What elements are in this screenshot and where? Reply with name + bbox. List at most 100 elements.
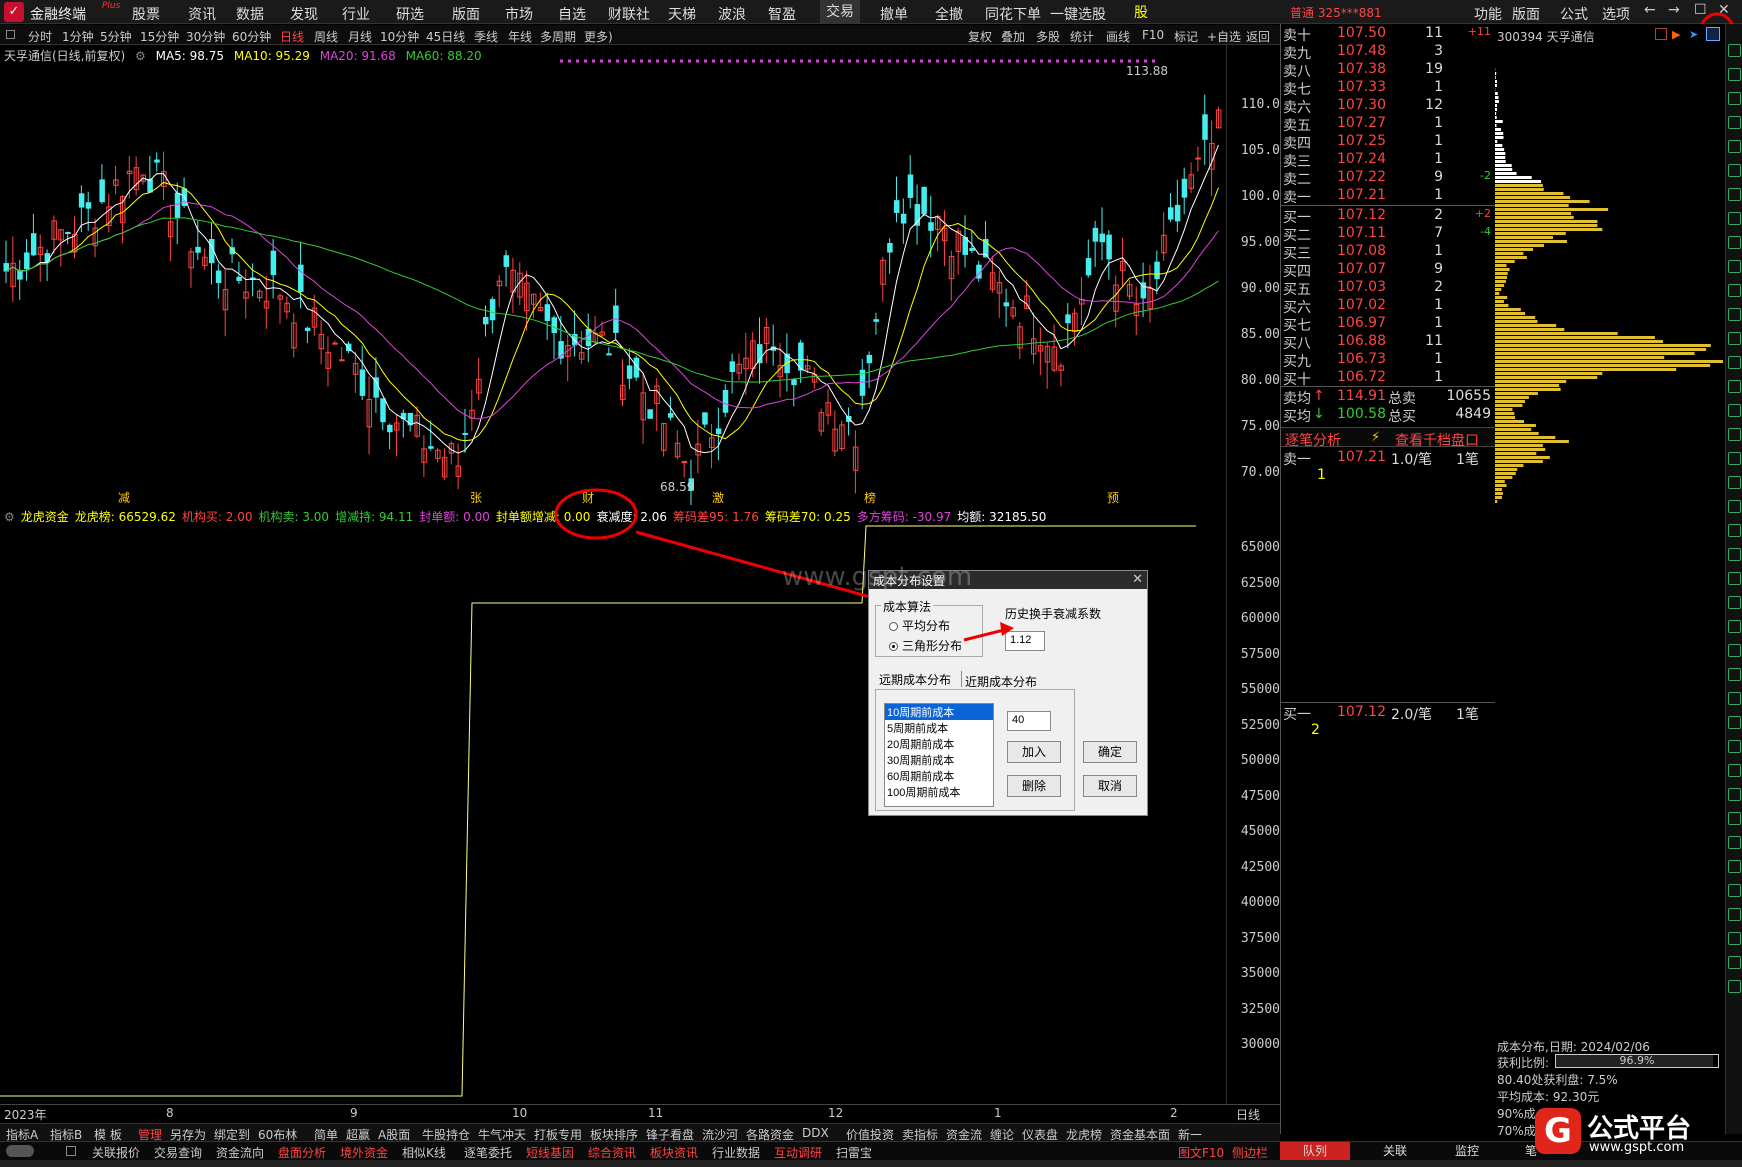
function-tab[interactable]: 综合资讯 [588,1144,636,1161]
cost-arrow-icon[interactable]: ➤ [1689,28,1698,41]
cost-period-item[interactable]: 100周期前成本 [885,784,993,800]
ask-row[interactable]: 卖二 107.22 9 -2 [1281,169,1496,188]
event-marker[interactable]: 张 [470,491,482,505]
ask-row[interactable]: 卖三 107.24 1 [1281,151,1496,170]
menu-2[interactable]: 数据 [236,4,264,24]
right-menu-3[interactable]: 选项 [1602,4,1630,24]
menu-10[interactable]: 天梯 [668,4,696,24]
ok-button[interactable]: 确定 [1083,741,1137,763]
bottom-tab[interactable]: 监控 [1432,1142,1502,1161]
radio-average[interactable]: 平均分布 [889,617,950,634]
period-3[interactable]: 15分钟 [140,28,179,45]
menu-17[interactable]: 一键选股 [1050,4,1106,24]
cost-period-item[interactable]: 20周期前成本 [885,736,993,752]
sidebar-tool-icon[interactable] [1728,428,1741,441]
sidebar-tool-icon[interactable] [1728,188,1741,201]
sidebar-tool-icon[interactable] [1728,452,1741,465]
menu-12[interactable]: 智盈 [768,4,796,24]
function-tab[interactable]: 板块资讯 [650,1144,698,1161]
sidebar-tool-icon[interactable] [1728,644,1741,657]
bottom-tab[interactable]: 关联 [1360,1142,1430,1161]
ask-row[interactable]: 卖九 107.48 3 [1281,43,1496,62]
ask-row[interactable]: 卖七 107.33 1 [1281,79,1496,98]
menu-13[interactable]: 交易 [820,0,860,24]
function-tab[interactable]: 逐笔委托 [464,1144,512,1161]
cost-tool-icon[interactable] [1655,28,1667,40]
forward-arrow-icon[interactable]: → [1668,2,1680,18]
f10-tab[interactable]: 图文F10 [1178,1144,1224,1161]
sidebar-tool-icon[interactable] [1728,44,1741,57]
toggle-icon[interactable] [6,30,15,39]
function-tab[interactable]: 关联报价 [92,1144,140,1161]
sidebar-tool-icon[interactable] [1728,740,1741,753]
bid-row[interactable]: 买二 107.11 7 -4 [1281,225,1496,244]
radio-selected-icon[interactable] [889,642,898,652]
toolbar-5[interactable]: F10 [1142,28,1164,42]
menu-0[interactable]: 股票 [132,4,160,24]
period-8[interactable]: 月线 [348,28,372,45]
cost-period-item[interactable]: 60周期前成本 [885,768,993,784]
function-tab[interactable]: 境外资金 [340,1144,388,1161]
sidebar-tool-icon[interactable] [1728,68,1741,81]
sidebar-tool-icon[interactable] [1728,284,1741,297]
toolbar-1[interactable]: 叠加 [1001,28,1025,45]
event-marker[interactable]: 榜 [864,490,876,505]
event-marker[interactable]: 财 [582,491,594,505]
dialog-close-icon[interactable]: ✕ [1132,571,1143,587]
ask-row[interactable]: 卖八 107.38 19 [1281,61,1496,80]
sidebar-tool-icon[interactable] [1728,524,1741,537]
decay-input[interactable]: 1.12 [1005,631,1045,651]
sidebar-tool-icon[interactable] [1728,260,1741,273]
ask-row[interactable]: 卖五 107.27 1 [1281,115,1496,134]
delete-button[interactable]: 删除 [1007,775,1061,797]
bid-row[interactable]: 买十 106.72 1 [1281,369,1496,388]
bid-row[interactable]: 买六 107.02 1 [1281,297,1496,316]
sidebar-tool-icon[interactable] [1728,716,1741,729]
bid-row[interactable]: 买三 107.08 1 [1281,243,1496,262]
function-tab[interactable]: 短线基因 [526,1144,574,1161]
sidebar-tool-icon[interactable] [1728,788,1741,801]
sidebar-tool-icon[interactable] [1728,980,1741,993]
period-14[interactable]: 更多) [584,28,613,45]
sidebar-tool-icon[interactable] [1728,668,1741,681]
toolbar-4[interactable]: 画线 [1106,28,1130,45]
event-marker[interactable]: 减 [118,491,130,505]
cost-period-item[interactable]: 30周期前成本 [885,752,993,768]
period-5[interactable]: 60分钟 [232,28,271,45]
sidebar-tool-icon[interactable] [1728,140,1741,153]
add-button[interactable]: 加入 [1007,741,1061,763]
event-marker[interactable]: 激 [712,491,724,505]
radio-icon[interactable] [889,622,898,632]
tab-tick-analysis[interactable]: 逐笔分析 [1285,430,1341,450]
period-2[interactable]: 5分钟 [100,28,132,45]
tab-thousand-level[interactable]: 查看千档盘口 [1395,430,1479,450]
bid-row[interactable]: 买一 107.12 2 +2 [1281,207,1496,226]
sidebar-tool-icon[interactable] [1728,884,1741,897]
sidebar-tool-icon[interactable] [1728,356,1741,369]
sidebar-tool-icon[interactable] [1728,92,1741,105]
radio-triangle[interactable]: 三角形分布 [889,637,962,654]
period-input[interactable]: 40 [1007,711,1051,731]
ask-row[interactable]: 卖四 107.25 1 [1281,133,1496,152]
menu-1[interactable]: 资讯 [188,4,216,24]
sidebar-tool-icon[interactable] [1728,476,1741,489]
toolbar-3[interactable]: 统计 [1070,28,1094,45]
cost-period-item[interactable]: 5周期前成本 [885,720,993,736]
sidebar-tool-icon[interactable] [1728,956,1741,969]
event-marker[interactable]: 预 [1107,491,1119,505]
toolbar-8[interactable]: 返回 [1246,28,1270,45]
period-6[interactable]: 日线 [280,28,304,45]
menu-5[interactable]: 研选 [396,4,424,24]
sidebar-tab[interactable]: 侧边栏 [1232,1144,1268,1161]
function-tab[interactable]: 行业数据 [712,1144,760,1161]
sidebar-tool-icon[interactable] [1728,380,1741,393]
menu-7[interactable]: 市场 [505,4,533,24]
menu-3[interactable]: 发现 [290,4,318,24]
cancel-button[interactable]: 取消 [1083,775,1137,797]
period-10[interactable]: 45日线 [426,28,465,45]
function-tab[interactable]: 相似K线 [402,1144,446,1161]
function-tab[interactable]: 资金流向 [216,1144,264,1161]
panel-icon[interactable] [66,1146,76,1156]
cost-settings-icon[interactable] [1706,27,1720,41]
function-tab[interactable]: 盘面分析 [278,1144,326,1161]
